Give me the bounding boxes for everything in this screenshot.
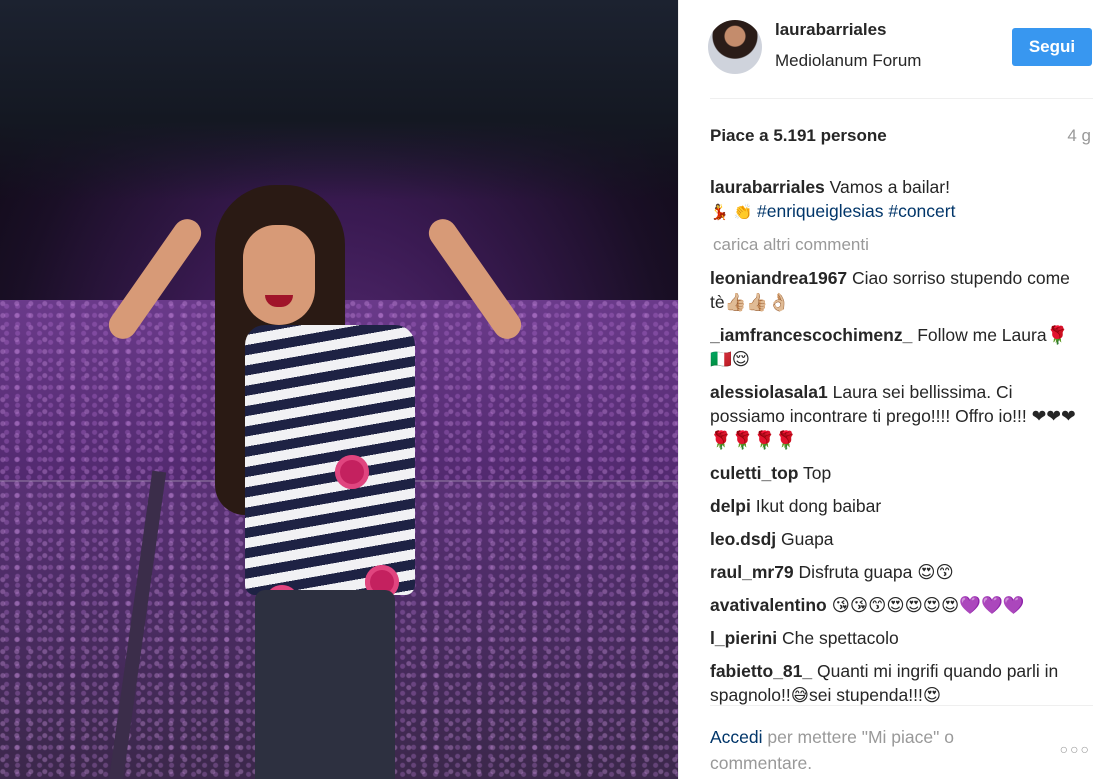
caption-text: Vamos a bailar! <box>829 177 950 197</box>
post-location[interactable]: Mediolanum Forum <box>775 51 921 71</box>
comment-username[interactable]: fabietto_81_ <box>710 661 812 681</box>
divider <box>710 98 1093 99</box>
comment-username[interactable]: alessiolasala1 <box>710 382 828 402</box>
comment-text: Ikut dong baibar <box>755 496 882 516</box>
comment-text: Che spettacolo <box>781 628 899 648</box>
author-username[interactable]: laurabarriales <box>775 20 887 40</box>
jeans <box>255 590 395 779</box>
post-photo[interactable] <box>0 0 678 779</box>
caption-username[interactable]: laurabarriales <box>710 177 825 197</box>
arena-ceiling <box>0 0 678 200</box>
comment-text: Disfruta guapa 😍😙 <box>798 562 954 582</box>
comment-username[interactable]: leo.dsdj <box>710 529 776 549</box>
comment: alessiolasala1 Laura sei bellissima. Ci … <box>710 380 1085 452</box>
login-prompt: Accedi per mettere "Mi piace" o commenta… <box>710 724 1010 776</box>
more-options-icon[interactable]: ○○○ <box>1060 741 1091 757</box>
comment-username[interactable]: delpi <box>710 496 751 516</box>
caption-emojis: 💃 👏 <box>710 203 753 221</box>
likes-count[interactable]: Piace a 5.191 persone <box>710 126 887 146</box>
comment: leoniandrea1967 Ciao sorriso stupendo co… <box>710 266 1085 314</box>
comment: raul_mr79 Disfruta guapa 😍😙 <box>710 560 1085 584</box>
follow-button[interactable]: Segui <box>1012 28 1092 66</box>
comment-text: Guapa <box>781 529 834 549</box>
rose-print <box>335 455 369 489</box>
comment: fabietto_81_ Quanti mi ingrifi quando pa… <box>710 659 1085 705</box>
caption-hashtags[interactable]: #enriqueiglesias #concert <box>757 201 955 221</box>
comment: _iamfrancescochimenz_ Follow me Laura🌹🇮🇹… <box>710 323 1085 371</box>
post-header: laurabarriales Mediolanum Forum Segui <box>679 0 1099 99</box>
comment-username[interactable]: raul_mr79 <box>710 562 794 582</box>
comment: culetti_top Top <box>710 461 1085 485</box>
comment: avativalentino 😘😘😙😍😍😍😍💜💜💜 <box>710 593 1085 617</box>
comments-list: laurabarriales Vamos a bailar! 💃 👏 #enri… <box>710 175 1085 705</box>
comment-username[interactable]: _iamfrancescochimenz_ <box>710 325 912 345</box>
woman-posing <box>103 185 527 779</box>
comment: leo.dsdj Guapa <box>710 527 1085 551</box>
comment-username[interactable]: avativalentino <box>710 595 827 615</box>
comment: l_pierini Che spettacolo <box>710 626 1085 650</box>
comment-username[interactable]: culetti_top <box>710 463 798 483</box>
post-sidebar: laurabarriales Mediolanum Forum Segui Pi… <box>678 0 1099 779</box>
face <box>243 225 315 325</box>
avatar[interactable] <box>708 20 762 74</box>
striped-top <box>245 325 415 595</box>
comment: delpi Ikut dong baibar <box>710 494 1085 518</box>
comment-username[interactable]: leoniandrea1967 <box>710 268 847 288</box>
post-age[interactable]: 4 g <box>1067 126 1091 146</box>
load-more-comments-link[interactable]: carica altri commenti <box>713 233 1085 257</box>
comment-text: Top <box>803 463 832 483</box>
comment-username[interactable]: l_pierini <box>710 628 777 648</box>
comment-text: 😘😘😙😍😍😍😍💜💜💜 <box>831 595 1025 615</box>
login-link[interactable]: Accedi <box>710 727 763 747</box>
divider <box>710 705 1093 706</box>
caption: laurabarriales Vamos a bailar! 💃 👏 #enri… <box>710 175 1085 224</box>
